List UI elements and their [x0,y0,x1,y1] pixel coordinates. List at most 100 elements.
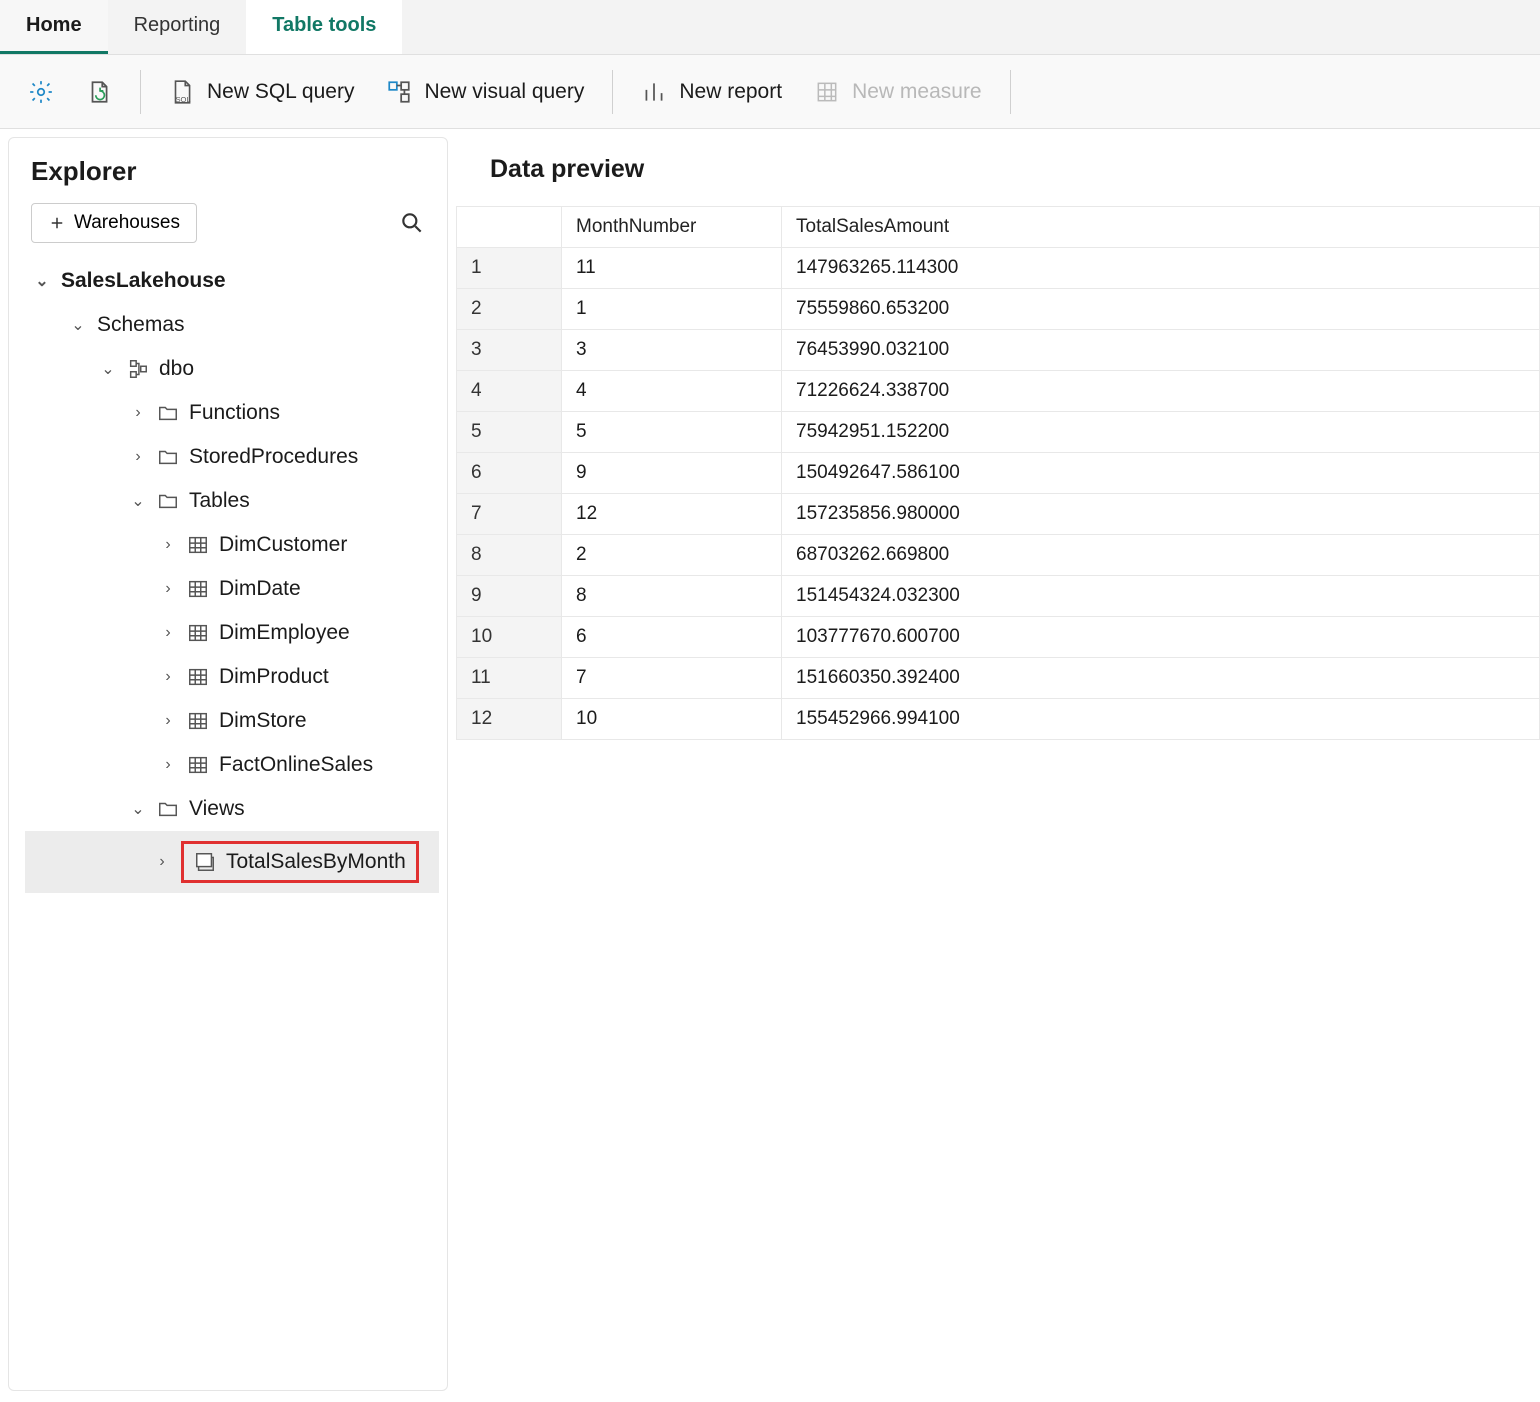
cell-index: 3 [457,330,562,371]
new-visual-query-label: New visual query [424,80,584,104]
cell-monthnumber: 8 [562,576,782,617]
chevron-right-icon: › [159,668,177,686]
chevron-right-icon: › [153,853,171,871]
data-preview-title: Data preview [456,141,1540,206]
chevron-down-icon: ⌄ [129,799,147,819]
column-header-monthnumber[interactable]: MonthNumber [562,207,782,248]
cell-monthnumber: 2 [562,535,782,576]
cell-monthnumber: 7 [562,658,782,699]
table-icon [187,622,209,644]
table-row[interactable]: 69150492647.586100 [457,453,1540,494]
new-visual-query-button[interactable]: New visual query [372,71,598,113]
new-sql-query-label: New SQL query [207,80,354,104]
table-row[interactable]: 111147963265.114300 [457,248,1540,289]
chevron-right-icon: › [129,404,147,422]
table-row[interactable]: 4471226624.338700 [457,371,1540,412]
cell-monthnumber: 3 [562,330,782,371]
table-row[interactable]: 2175559860.653200 [457,289,1540,330]
add-warehouse-button[interactable]: Warehouses [31,203,197,243]
toolbar-separator [612,70,613,114]
gear-icon [28,79,54,105]
tree-node-stored-procedures[interactable]: › StoredProcedures [25,435,439,479]
new-measure-button: New measure [800,71,996,113]
tree-node-view-totalsalesbymonth[interactable]: › TotalSalesByMonth [25,831,439,893]
table-row[interactable]: 1210155452966.994100 [457,699,1540,740]
cell-totalsalesamount: 68703262.669800 [782,535,1540,576]
tab-reporting[interactable]: Reporting [108,0,247,54]
selected-view-highlight: TotalSalesByMonth [181,841,419,883]
new-measure-label: New measure [852,80,982,104]
cell-totalsalesamount: 150492647.586100 [782,453,1540,494]
node-label: SalesLakehouse [61,269,226,293]
folder-icon [157,490,179,512]
chevron-down-icon: ⌄ [33,271,51,291]
folder-icon [157,446,179,468]
tree-node-table-dimproduct[interactable]: › DimProduct [25,655,439,699]
cell-totalsalesamount: 151660350.392400 [782,658,1540,699]
chevron-right-icon: › [129,448,147,466]
table-header-row: MonthNumber TotalSalesAmount [457,207,1540,248]
cell-monthnumber: 1 [562,289,782,330]
tree-node-table-dimstore[interactable]: › DimStore [25,699,439,743]
cell-index: 8 [457,535,562,576]
table-row[interactable]: 98151454324.032300 [457,576,1540,617]
view-icon [194,851,216,873]
explorer-toolbar: Warehouses [9,203,447,255]
table-row[interactable]: 106103777670.600700 [457,617,1540,658]
cell-index: 4 [457,371,562,412]
chevron-down-icon: ⌄ [69,315,87,335]
table-icon [187,666,209,688]
cell-totalsalesamount: 157235856.980000 [782,494,1540,535]
cell-monthnumber: 12 [562,494,782,535]
settings-button[interactable] [14,71,68,113]
tree-node-views[interactable]: ⌄ Views [25,787,439,831]
tree-node-dbo[interactable]: ⌄ dbo [25,347,439,391]
sql-file-icon: SQL [169,79,195,105]
tab-table-tools[interactable]: Table tools [246,0,402,54]
table-icon [187,534,209,556]
column-header-totalsalesamount[interactable]: TotalSalesAmount [782,207,1540,248]
main-area: Explorer Warehouses ⌄ SalesLakehouse ⌄ S… [0,129,1540,1399]
explorer-tree: ⌄ SalesLakehouse ⌄ Schemas ⌄ dbo › Funct… [9,255,447,1390]
refresh-button[interactable] [72,71,126,113]
table-row[interactable]: 117151660350.392400 [457,658,1540,699]
tree-node-schemas[interactable]: ⌄ Schemas [25,303,439,347]
toolbar-separator [1010,70,1011,114]
tree-node-tables[interactable]: ⌄ Tables [25,479,439,523]
table-row[interactable]: 5575942951.152200 [457,412,1540,453]
node-label: Functions [189,401,280,425]
new-report-button[interactable]: New report [627,71,796,113]
chevron-right-icon: › [159,756,177,774]
column-header-index[interactable] [457,207,562,248]
tree-node-table-dimcustomer[interactable]: › DimCustomer [25,523,439,567]
tree-node-table-dimemployee[interactable]: › DimEmployee [25,611,439,655]
new-sql-query-button[interactable]: SQL New SQL query [155,71,368,113]
tree-node-functions[interactable]: › Functions [25,391,439,435]
tree-node-table-factonlinesales[interactable]: › FactOnlineSales [25,743,439,787]
cell-totalsalesamount: 75942951.152200 [782,412,1540,453]
cell-totalsalesamount: 71226624.338700 [782,371,1540,412]
cell-index: 9 [457,576,562,617]
new-report-label: New report [679,80,782,104]
tree-node-lakehouse[interactable]: ⌄ SalesLakehouse [25,259,439,303]
tree-node-table-dimdate[interactable]: › DimDate [25,567,439,611]
cell-monthnumber: 6 [562,617,782,658]
plus-icon [48,214,66,232]
report-icon [641,79,667,105]
cell-index: 12 [457,699,562,740]
cell-monthnumber: 11 [562,248,782,289]
data-preview-table: MonthNumber TotalSalesAmount 11114796326… [456,206,1540,740]
chevron-down-icon: ⌄ [129,491,147,511]
cell-totalsalesamount: 151454324.032300 [782,576,1540,617]
cell-totalsalesamount: 75559860.653200 [782,289,1540,330]
cell-totalsalesamount: 103777670.600700 [782,617,1540,658]
data-preview-panel: Data preview MonthNumber TotalSalesAmoun… [456,129,1540,1399]
tab-home[interactable]: Home [0,0,108,54]
table-row[interactable]: 8268703262.669800 [457,535,1540,576]
cell-index: 1 [457,248,562,289]
search-button[interactable] [399,210,425,236]
table-row[interactable]: 3376453990.032100 [457,330,1540,371]
node-label: dbo [159,357,194,381]
node-label: DimCustomer [219,533,347,557]
table-row[interactable]: 712157235856.980000 [457,494,1540,535]
